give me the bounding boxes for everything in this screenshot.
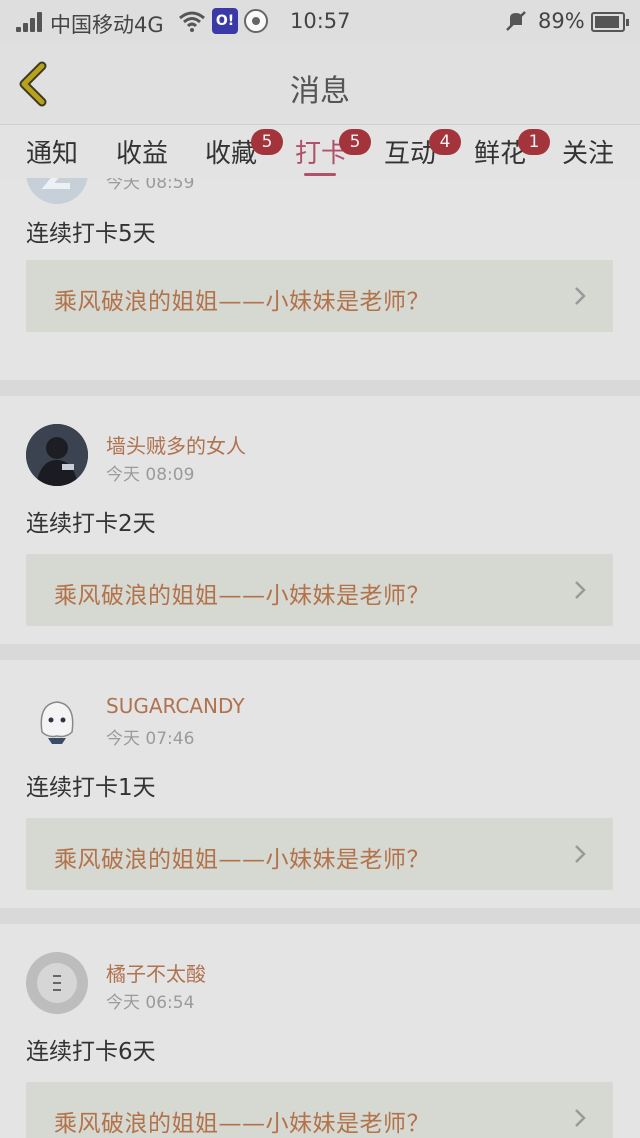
timestamp: 今天 07:46 xyxy=(106,729,195,749)
list-item: SUGARCANDY 今天 07:46 连续打卡1天 乘风破浪的姐姐——小妹妹是… xyxy=(0,660,640,908)
unread-badge: 5 xyxy=(339,129,371,155)
tab-label: 收藏 xyxy=(205,139,258,169)
app-notification-icon: O! xyxy=(212,8,238,34)
tab-notifications[interactable]: 通知 xyxy=(26,133,78,170)
article-title: 乘风破浪的姐姐——小妹妹是老师？ xyxy=(54,289,430,315)
avatar-image xyxy=(26,952,88,1014)
list-item: 墙头贼多的女人 今天 08:09 连续打卡2天 乘风破浪的姐姐——小妹妹是老师？ xyxy=(0,396,640,644)
wifi-icon xyxy=(179,11,205,32)
checkin-feed: 今天 08:59 连续打卡5天 乘风破浪的姐姐——小妹妹是老师？ 墙头贼多的女人… xyxy=(0,178,640,1138)
article-link[interactable]: 乘风破浪的姐姐——小妹妹是老师？ xyxy=(26,260,613,332)
unread-badge: 5 xyxy=(251,129,283,155)
unread-badge: 1 xyxy=(518,129,550,155)
divider xyxy=(0,644,640,660)
timestamp: 今天 06:54 xyxy=(106,993,195,1013)
tab-label: 通知 xyxy=(26,139,79,169)
article-link[interactable]: 乘风破浪的姐姐——小妹妹是老师？ xyxy=(26,818,613,890)
article-link[interactable]: 乘风破浪的姐姐——小妹妹是老师？ xyxy=(26,554,613,626)
mute-icon xyxy=(506,11,526,31)
avatar-image xyxy=(26,688,88,750)
tab-following[interactable]: 关注 xyxy=(562,133,614,170)
avatar-image xyxy=(26,178,88,204)
active-tab-indicator xyxy=(304,173,336,176)
article-title: 乘风破浪的姐姐——小妹妹是老师？ xyxy=(54,583,430,609)
timestamp: 今天 08:59 xyxy=(106,178,195,193)
username[interactable]: SUGARCANDY xyxy=(106,694,245,718)
tab-flowers[interactable]: 鲜花 1 xyxy=(474,129,550,170)
streak-text: 连续打卡1天 xyxy=(26,775,156,801)
avatar[interactable] xyxy=(26,178,88,204)
streak-text: 连续打卡6天 xyxy=(26,1039,156,1065)
divider xyxy=(0,380,640,396)
avatar[interactable] xyxy=(26,688,88,750)
article-title: 乘风破浪的姐姐——小妹妹是老师？ xyxy=(54,1111,430,1137)
music-app-icon xyxy=(244,9,268,33)
clock: 10:57 xyxy=(290,9,351,33)
streak-text: 连续打卡2天 xyxy=(26,511,156,537)
username[interactable]: 墙头贼多的女人 xyxy=(106,430,246,459)
header: 消息 xyxy=(0,44,640,124)
divider xyxy=(0,908,640,924)
chevron-right-icon xyxy=(575,1109,586,1127)
tab-label: 收益 xyxy=(116,139,169,169)
timestamp: 今天 08:09 xyxy=(106,465,195,485)
status-bar: 中国移动4G O! 10:57 89% xyxy=(0,0,640,44)
unread-badge: 4 xyxy=(429,129,461,155)
article-link[interactable]: 乘风破浪的姐姐——小妹妹是老师？ xyxy=(26,1082,613,1138)
chevron-right-icon xyxy=(575,287,586,305)
username[interactable]: 橘子不太酸 xyxy=(106,958,206,987)
battery-percent: 89% xyxy=(538,9,585,33)
tab-label: 关注 xyxy=(562,139,615,169)
page-title: 消息 xyxy=(290,74,350,109)
list-item: 橘子不太酸 今天 06:54 连续打卡6天 乘风破浪的姐姐——小妹妹是老师？ xyxy=(0,924,640,1138)
tab-favorites[interactable]: 收藏 5 xyxy=(205,129,283,170)
chevron-right-icon xyxy=(575,845,586,863)
tab-bar: 通知 收益 收藏 5 打卡 5 互动 4 鲜花 1 关注 xyxy=(0,124,640,178)
list-item: 今天 08:59 连续打卡5天 乘风破浪的姐姐——小妹妹是老师？ xyxy=(0,178,640,396)
tab-interactions[interactable]: 互动 4 xyxy=(384,129,461,170)
avatar[interactable] xyxy=(26,952,88,1014)
chevron-right-icon xyxy=(575,581,586,599)
avatar[interactable] xyxy=(26,424,88,486)
battery-icon xyxy=(591,12,629,32)
article-title: 乘风破浪的姐姐——小妹妹是老师？ xyxy=(54,847,430,873)
signal-icon xyxy=(16,12,44,32)
avatar-image xyxy=(26,424,88,486)
streak-text: 连续打卡5天 xyxy=(26,221,156,247)
tab-checkin[interactable]: 打卡 5 xyxy=(295,129,371,170)
tab-earnings[interactable]: 收益 xyxy=(116,133,168,170)
carrier-label: 中国移动4G xyxy=(50,13,164,37)
